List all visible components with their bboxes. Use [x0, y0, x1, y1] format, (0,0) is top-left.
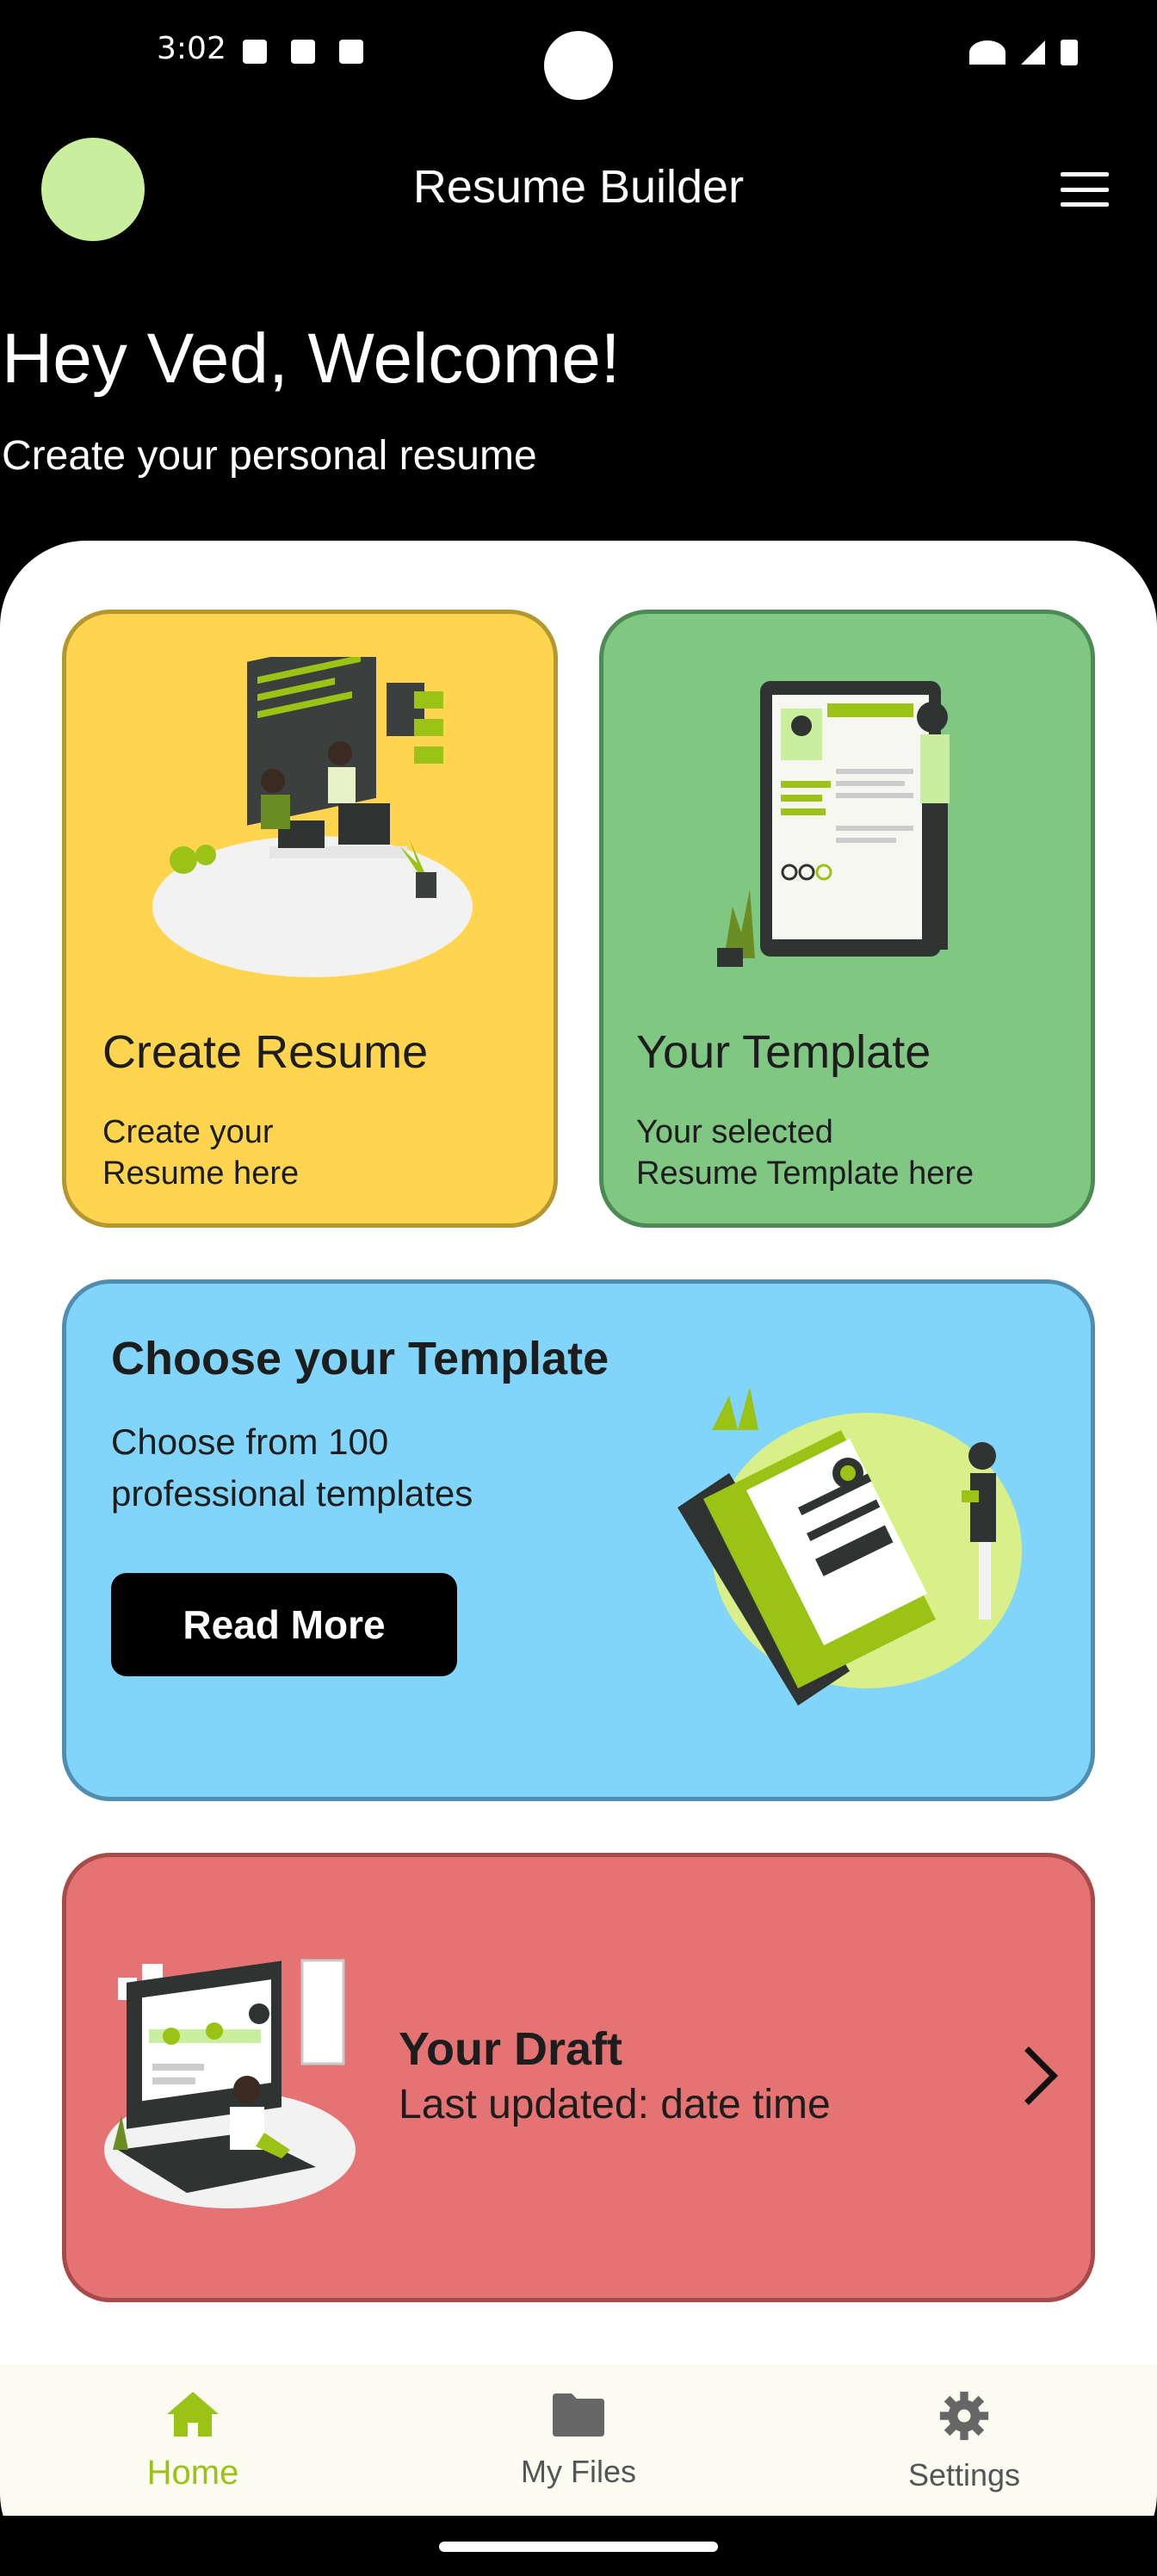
draft-illustration: [104, 1959, 356, 2208]
nav-label-settings: Settings: [907, 2457, 1021, 2492]
gesture-bar[interactable]: [439, 2542, 718, 2552]
your-template-card[interactable]: Your Template Your selected Resume Templ…: [599, 610, 1095, 1228]
welcome-subheading: Create your personal resume: [2, 433, 537, 479]
choose-template-card: Choose your Template Choose from 100 pro…: [62, 1279, 1095, 1801]
nav-item-home[interactable]: Home: [0, 2364, 386, 2516]
shield-icon: [243, 40, 267, 64]
home-icon: [167, 2392, 219, 2437]
your-draft-card[interactable]: Your Draft Last updated: date time: [62, 1853, 1095, 2302]
your-template-desc: Your selected Resume Template here: [636, 1114, 974, 1192]
status-time: 3:02: [157, 31, 226, 65]
create-resume-desc: Create your Resume here: [102, 1114, 300, 1192]
create-resume-title: Create Resume: [102, 1026, 429, 1078]
camera-cutout: [544, 31, 613, 100]
choose-template-desc: Choose from 100 professional templates: [111, 1421, 473, 1514]
draft-last-updated: Last updated: date time: [399, 2082, 831, 2127]
bottom-navigation: Home My Files Settings: [0, 2364, 1157, 2516]
nav-label-home: Home: [146, 2454, 239, 2492]
signal-icon: [1021, 40, 1045, 65]
wifi-icon: [969, 40, 1005, 65]
nav-label-my-files: My Files: [521, 2454, 636, 2489]
nav-item-settings[interactable]: Settings: [771, 2364, 1157, 2516]
gear-icon: [939, 2391, 989, 2441]
phone-screen: 3:02 Resume Builder Hey Ved, Welcome! Cr…: [0, 0, 1157, 2576]
folder-documents-illustration: [677, 1387, 1022, 1706]
battery-icon: [1061, 40, 1078, 65]
choose-template-title: Choose your Template: [111, 1333, 609, 1384]
status-notification-icons: [243, 40, 363, 64]
status-system-icons: [969, 40, 1078, 65]
draft-title: Your Draft: [399, 2023, 623, 2075]
sim-card-icon: [291, 40, 315, 64]
template-illustration: [717, 681, 950, 967]
developer-illustration: [152, 657, 473, 977]
welcome-heading: Hey Ved, Welcome!: [2, 319, 621, 398]
app-title: Resume Builder: [412, 161, 745, 213]
menu-icon[interactable]: [1061, 172, 1109, 207]
notification-icon: [339, 40, 363, 64]
your-template-title: Your Template: [636, 1026, 931, 1078]
folder-icon: [553, 2393, 604, 2437]
read-more-button[interactable]: Read More: [111, 1573, 457, 1676]
chevron-right-icon[interactable]: [999, 2047, 1058, 2105]
nav-item-my-files[interactable]: My Files: [386, 2364, 771, 2516]
create-resume-card[interactable]: Create Resume Create your Resume here: [62, 610, 558, 1228]
